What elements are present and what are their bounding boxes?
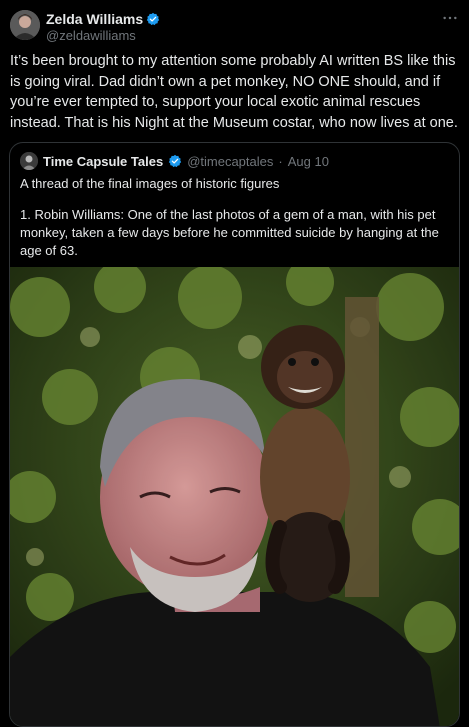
quoted-author-handle[interactable]: @timecaptales bbox=[187, 154, 273, 169]
quoted-author-avatar[interactable] bbox=[20, 152, 38, 170]
more-options-icon[interactable] bbox=[441, 10, 459, 26]
quoted-post-date[interactable]: Aug 10 bbox=[288, 154, 329, 169]
quoted-post-image[interactable] bbox=[10, 267, 459, 726]
quoted-post[interactable]: Time Capsule Tales @timecaptales · Aug 1… bbox=[9, 142, 460, 727]
verified-badge-icon bbox=[169, 154, 182, 168]
post-header: Zelda Williams @zeldawilliams bbox=[10, 10, 459, 46]
quoted-post-text: A thread of the final images of historic… bbox=[20, 175, 450, 260]
author-avatar[interactable] bbox=[10, 10, 40, 40]
dot-separator: · bbox=[278, 153, 283, 169]
verified-badge-icon bbox=[146, 12, 160, 26]
quoted-text-line: A thread of the final images of historic… bbox=[20, 176, 280, 191]
post-text: It’s been brought to my attention some p… bbox=[10, 53, 458, 131]
quoted-post-header: Time Capsule Tales @timecaptales · Aug 1… bbox=[20, 152, 329, 170]
quoted-avatar-icon bbox=[20, 152, 38, 170]
photo-icon bbox=[10, 267, 459, 726]
quoted-text-line: 1. Robin Williams: One of the last photo… bbox=[20, 207, 439, 258]
author-display-name[interactable]: Zelda Williams bbox=[46, 11, 143, 27]
author-handle[interactable]: @zeldawilliams bbox=[46, 28, 136, 43]
quoted-author-display-name[interactable]: Time Capsule Tales bbox=[43, 154, 163, 169]
avatar-photo-icon bbox=[10, 10, 40, 40]
